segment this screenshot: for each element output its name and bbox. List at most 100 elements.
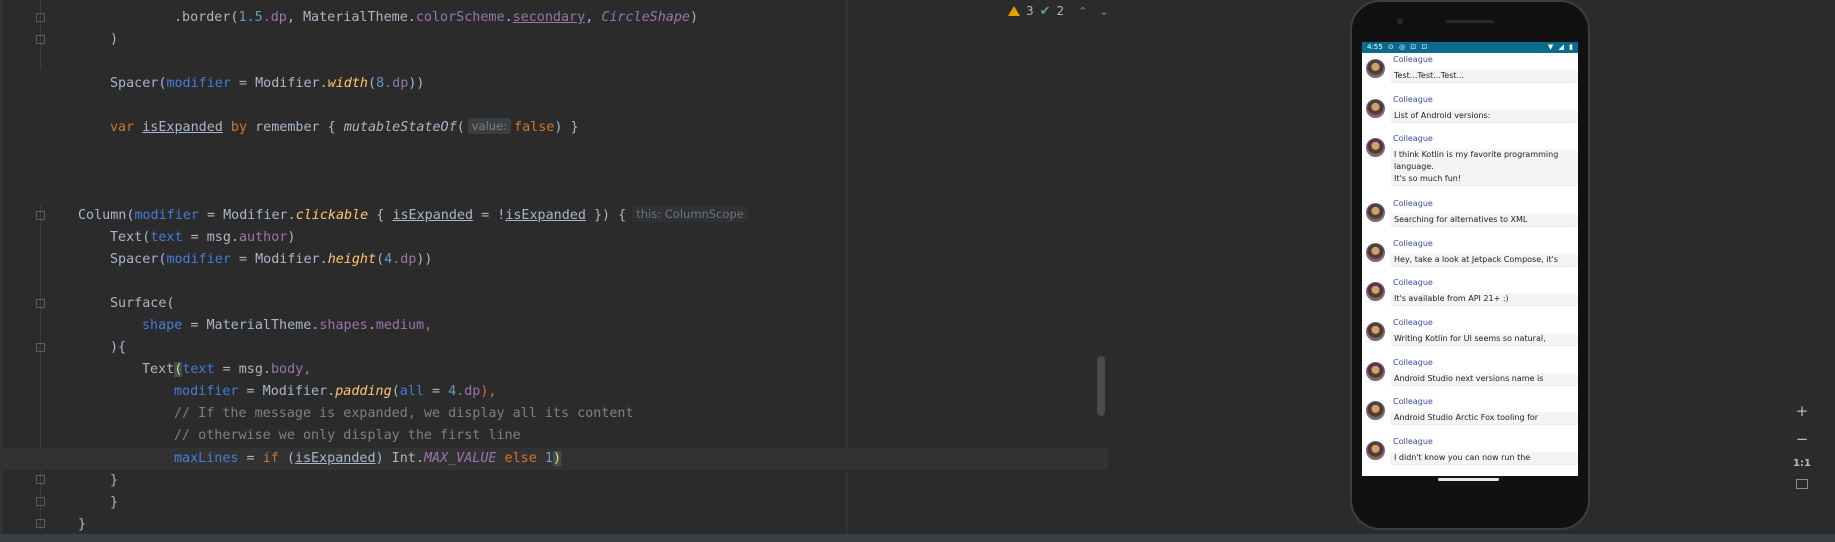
status-icon: ⊙ [1387, 43, 1394, 51]
code-line-shape[interactable]: shape = MaterialTheme.shapes.medium, [142, 315, 432, 337]
status-time: 4:55 [1367, 43, 1383, 51]
inspection-widget[interactable]: 3 ✔ 2 ⌃ ⌄ [1008, 2, 1108, 20]
code-line[interactable]: } [110, 492, 118, 514]
message-body-line: language. [1394, 162, 1434, 172]
message-author: Colleague [1393, 357, 1433, 367]
message-body: Searching for alternatives to XML [1391, 214, 1577, 227]
code-line-text-author[interactable]: Text(text = msg.author) [110, 227, 295, 249]
fold-marker[interactable] [36, 13, 45, 22]
fold-marker[interactable] [36, 497, 45, 506]
avatar [1366, 98, 1385, 118]
message-body: It's available from API 21+ :) [1391, 293, 1577, 306]
code-line-spacer-height[interactable]: Spacer(modifier = Modifier.height(4.dp)) [110, 249, 433, 271]
message-card-expanded[interactable]: Colleague I think Kotlin is my favorite … [1362, 132, 1578, 197]
avatar [1366, 203, 1385, 223]
message-body: Android Studio next versions name is [1391, 372, 1577, 385]
camera-icon [1397, 18, 1403, 24]
avatar [1366, 401, 1385, 421]
message-author: Colleague [1393, 238, 1433, 248]
message-card[interactable]: Colleague I didn't know you can now run … [1362, 435, 1578, 475]
message-card[interactable]: Colleague Android Studio next versions n… [1362, 356, 1578, 396]
code-line-column[interactable]: Column(modifier = Modifier.clickable { i… [78, 205, 748, 227]
code-line-var[interactable]: var isExpanded by remember { mutableStat… [110, 117, 579, 139]
message-author: Colleague [1393, 199, 1433, 209]
phone-side-button [1591, 110, 1594, 150]
code-line-spacer[interactable]: Spacer(modifier = Modifier.width(8.dp)) [110, 73, 424, 95]
weak-warning-count: 2 [1056, 4, 1065, 18]
code-line[interactable]: ) [110, 29, 118, 51]
chevron-down-icon[interactable]: ⌄ [1099, 5, 1108, 18]
fold-marker[interactable] [36, 211, 45, 220]
avatar [1366, 282, 1385, 302]
chevron-up-icon[interactable]: ⌃ [1078, 5, 1087, 18]
message-card[interactable]: Colleague Hey, take a look at Jetpack Co… [1362, 237, 1578, 277]
message-author: Colleague [1393, 436, 1433, 446]
code-line[interactable]: ){ [110, 337, 126, 359]
device-frame: 4:55 ⊙ ◎ ⊡ ⊡ ▼ ◢ ▮ Colleague Test...Test… [1350, 0, 1590, 530]
message-card[interactable]: Colleague List of Android versions: [1362, 93, 1578, 133]
code-line-border[interactable]: .border(1.5.dp, MaterialTheme.colorSchem… [174, 7, 698, 29]
message-author: Colleague [1393, 134, 1433, 144]
message-body: I think Kotlin is my favorite programmin… [1391, 149, 1577, 186]
code-comment[interactable]: // If the message is expanded, we displa… [174, 403, 634, 425]
message-author: Colleague [1393, 317, 1433, 327]
fold-marker[interactable] [36, 519, 45, 528]
zoom-out-button[interactable]: − [1796, 430, 1809, 448]
avatar [1366, 242, 1385, 262]
message-card[interactable]: Colleague Android Studio Arctic Fox tool… [1362, 395, 1578, 435]
signal-icon: ◢ [1558, 43, 1564, 51]
zoom-fit-icon[interactable] [1796, 479, 1808, 489]
message-body-line: I think Kotlin is my favorite programmin… [1394, 150, 1559, 160]
gesture-nav-bar[interactable] [1438, 478, 1499, 481]
status-icon: ⊡ [1421, 43, 1428, 51]
editor-scrollbar[interactable] [1097, 356, 1105, 416]
status-icon: ◎ [1399, 43, 1406, 51]
fold-marker[interactable] [36, 343, 45, 352]
status-bar [0, 534, 1835, 542]
zoom-in-button[interactable]: + [1796, 402, 1809, 420]
code-line-surface[interactable]: Surface( [110, 293, 175, 315]
message-card[interactable]: Colleague Searching for alternatives to … [1362, 197, 1578, 237]
code-editor[interactable]: .border(1.5.dp, MaterialTheme.colorSchem… [0, 0, 1108, 534]
code-comment[interactable]: // otherwise we only display the first l… [174, 425, 521, 447]
code-line-modifier[interactable]: modifier = Modifier.padding(all = 4.dp), [174, 381, 497, 403]
message-card[interactable]: Colleague It's available from API 21+ :) [1362, 276, 1578, 316]
fold-marker[interactable] [36, 475, 45, 484]
code-line[interactable]: } [78, 514, 86, 534]
code-line-text-body[interactable]: Text(text = msg.body, [142, 359, 311, 381]
zoom-controls: + − 1:1 [1790, 402, 1814, 512]
message-author: Colleague [1393, 55, 1433, 64]
message-body: List of Android versions: [1391, 109, 1577, 122]
avatar [1366, 138, 1385, 158]
message-body: Hey, take a look at Jetpack Compose, it'… [1391, 253, 1577, 266]
fold-marker[interactable] [36, 35, 45, 44]
avatar [1366, 59, 1385, 78]
message-body: Test...Test...Test... [1391, 70, 1577, 82]
android-status-bar: 4:55 ⊙ ◎ ⊡ ⊡ ▼ ◢ ▮ [1362, 42, 1578, 53]
message-card[interactable]: Colleague Test...Test...Test... [1362, 53, 1578, 93]
avatar [1366, 361, 1385, 381]
zoom-reset-button[interactable]: 1:1 [1793, 458, 1811, 469]
status-icon: ⊡ [1410, 43, 1417, 51]
code-line[interactable]: } [110, 470, 118, 492]
speaker-grille [1446, 20, 1494, 23]
phone-side-button [1591, 200, 1594, 240]
message-body: I didn't know you can now run the [1391, 451, 1577, 464]
message-author: Colleague [1393, 94, 1433, 104]
warning-icon [1008, 6, 1020, 16]
wifi-icon: ▼ [1547, 43, 1554, 51]
fold-marker[interactable] [36, 299, 45, 308]
battery-icon: ▮ [1569, 43, 1573, 51]
param-hint: value: [467, 118, 512, 134]
message-card[interactable]: Colleague Writing Kotlin for UI seems so… [1362, 316, 1578, 356]
device-screen[interactable]: 4:55 ⊙ ◎ ⊡ ⊡ ▼ ◢ ▮ Colleague Test...Test… [1362, 42, 1578, 476]
avatar [1366, 440, 1385, 460]
message-body: Android Studio Arctic Fox tooling for [1391, 412, 1577, 425]
message-author: Colleague [1393, 278, 1433, 288]
check-icon: ✔ [1039, 3, 1051, 19]
message-author: Colleague [1393, 397, 1433, 407]
message-body-line: It's so much fun! [1394, 174, 1462, 184]
code-line-maxlines[interactable]: maxLines = if (isExpanded) Int.MAX_VALUE… [174, 448, 561, 470]
scope-hint: this: ColumnScope [632, 206, 748, 222]
warning-count: 3 [1026, 4, 1034, 18]
